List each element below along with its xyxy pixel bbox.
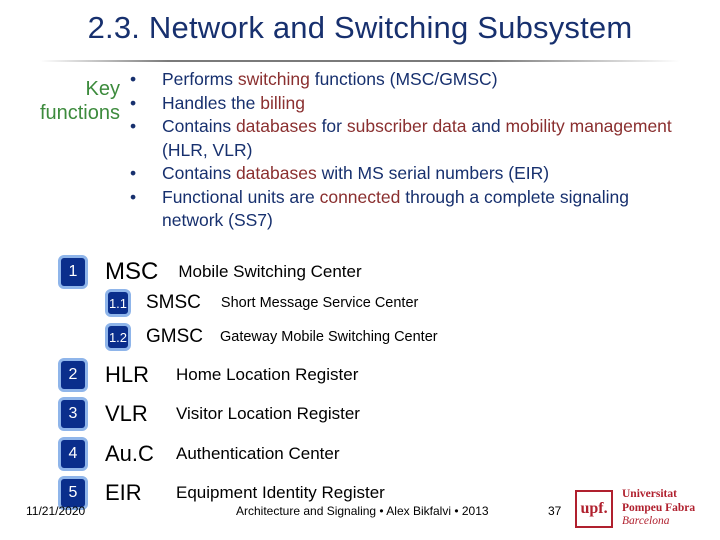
footer-date: 11/21/2020 [26, 504, 86, 518]
item-abbreviation: HLR [105, 362, 150, 387]
bullet-text: with MS serial numbers (EIR) [316, 163, 550, 183]
bullet-text: and [466, 116, 506, 136]
item-abbreviation: EIR [105, 480, 142, 505]
bullet-icon: • [130, 186, 137, 207]
highlighted-term: subscriber data [346, 116, 467, 136]
item-abbreviation: VLR [105, 401, 148, 426]
item-number-badge: 4 [58, 437, 88, 471]
key-function-bullet: • Functional units are connected through … [128, 186, 688, 233]
bullet-icon: • [130, 92, 137, 113]
item-abbreviation: SMSC [146, 292, 201, 313]
item-full-name: Visitor Location Register [176, 404, 360, 423]
highlighted-term: databases [235, 163, 317, 183]
bullet-text: Contains [162, 163, 236, 183]
item-full-name: Equipment Identity Register [176, 483, 385, 502]
item-gmsc: 1.2 GMSC Gateway Mobile Switching Center [105, 323, 438, 351]
item-full-name: Short Message Service Center [220, 295, 419, 311]
item-full-name: Gateway Mobile Switching Center [220, 329, 438, 345]
key-label-line1: Key [85, 78, 120, 100]
item-hlr: 2 HLR Home Location Register [58, 358, 358, 392]
slide-title: 2.3. Network and Switching Subsystem [87, 10, 633, 45]
item-abbreviation: Au.C [105, 441, 154, 466]
upf-logo-icon: upf. [575, 490, 613, 528]
item-full-name: Home Location Register [176, 365, 359, 384]
highlighted-term: connected [319, 186, 401, 207]
bullet-text: Performs [162, 69, 238, 89]
key-functions-label: Key functions [40, 77, 120, 125]
bullet-icon: • [130, 69, 137, 89]
item-vlr: 3 VLR Visitor Location Register [58, 397, 360, 431]
item-number-badge: 1 [58, 255, 88, 289]
key-function-bullet: • Performs switching functions (MSC/GMSC) [128, 68, 688, 92]
university-logo-text: Universitat Pompeu Fabra Barcelona [622, 488, 695, 529]
key-function-bullet: • Contains databases with MS serial numbe… [128, 162, 688, 186]
key-functions-list: • Performs switching functions (MSC/GMSC)… [128, 68, 688, 233]
logo-line3: Barcelona [622, 515, 670, 527]
key-function-bullet: • Handles the billing [128, 92, 688, 116]
item-number-badge: 2 [58, 358, 88, 392]
logo-line1: Universitat [622, 488, 677, 500]
highlighted-term: billing [260, 92, 306, 113]
highlighted-term: mobility management [505, 116, 672, 136]
key-function-bullet: • Contains databases for subscriber data … [128, 115, 688, 162]
item-full-name: Mobile Switching Center [178, 262, 362, 281]
item-number-badge: 1.2 [105, 323, 131, 351]
item-number-badge: 1.1 [105, 289, 131, 317]
bullet-text: Handles the [162, 92, 261, 113]
footer-course-info: Architecture and Signaling • Alex Bikfal… [236, 504, 489, 518]
highlighted-term: switching [237, 69, 310, 89]
item-abbreviation: GMSC [146, 326, 203, 347]
title-divider [40, 60, 680, 62]
item-auc: 4 Au.C Authentication Center [58, 437, 340, 471]
item-msc: 1 MSC Mobile Switching Center [58, 255, 362, 289]
bullet-icon: • [130, 116, 137, 136]
bullet-text: (HLR, VLR) [162, 139, 253, 160]
bullet-text: functions (MSC/GMSC) [309, 69, 498, 89]
bullet-text: Functional units are [162, 186, 320, 207]
logo-line2: Pompeu Fabra [622, 501, 696, 514]
key-label-line2: functions [39, 102, 120, 124]
item-full-name: Authentication Center [176, 444, 340, 463]
slide-number: 37 [548, 504, 562, 518]
item-abbreviation: MSC [105, 258, 159, 285]
bullet-text: for [316, 116, 347, 136]
item-smsc: 1.1 SMSC Short Message Service Center [105, 289, 418, 317]
highlighted-term: databases [235, 116, 317, 136]
bullet-text: Contains [162, 116, 236, 136]
item-number-badge: 3 [58, 397, 88, 431]
bullet-icon: • [130, 163, 137, 183]
